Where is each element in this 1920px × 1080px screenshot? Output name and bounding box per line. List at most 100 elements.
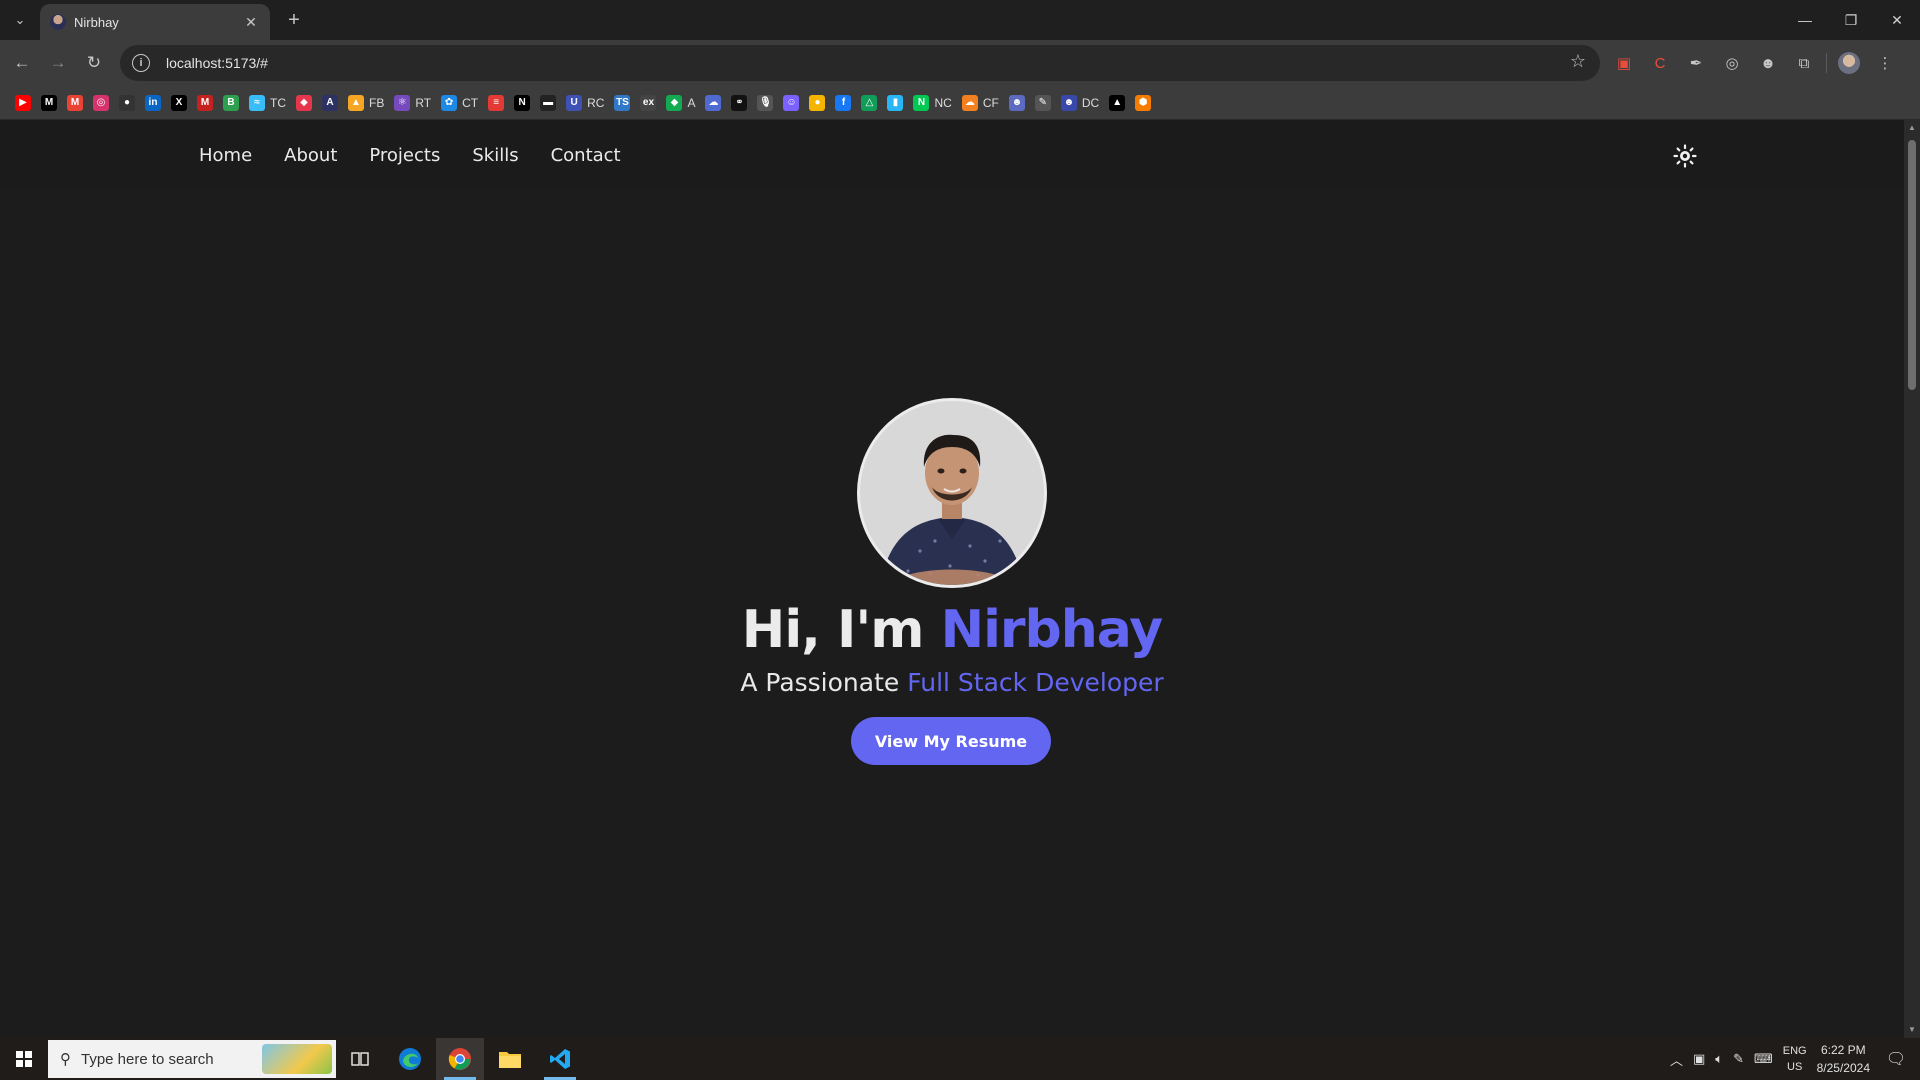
github-icon: ● xyxy=(119,94,135,111)
task-view-icon[interactable] xyxy=(336,1038,384,1080)
bookmark-item[interactable]: f xyxy=(830,90,856,116)
reload-icon[interactable]: ↻ xyxy=(80,49,108,77)
edge-browser-icon[interactable] xyxy=(386,1038,434,1080)
bookmark-star-icon[interactable]: ☆ xyxy=(1570,51,1586,72)
bookmark-item[interactable]: X xyxy=(166,90,192,116)
hero-name: Nirbhay xyxy=(940,600,1164,660)
close-window-button[interactable]: ✕ xyxy=(1874,0,1920,40)
site-info-icon[interactable]: i xyxy=(132,54,150,72)
scroll-down-arrow-icon[interactable]: ▼ xyxy=(1907,1025,1917,1035)
tray-meet-icon[interactable]: ▣ xyxy=(1693,1051,1705,1067)
cloud-icon: ☁ xyxy=(705,94,722,111)
forward-arrow-icon[interactable]: → xyxy=(44,49,72,77)
extension-target-icon[interactable]: ◎ xyxy=(1718,49,1746,77)
bookmark-item[interactable]: in xyxy=(140,90,166,116)
file-icon: ▮ xyxy=(887,94,904,111)
bookmark-item[interactable]: ≈ TC xyxy=(244,90,291,116)
restore-button[interactable]: ❐ xyxy=(1828,0,1874,40)
view-resume-button[interactable]: View My Resume xyxy=(851,717,1051,765)
nav-link-contact[interactable]: Contact xyxy=(551,145,621,166)
avatar-icon: ☺ xyxy=(783,94,800,111)
vscode-icon[interactable] xyxy=(536,1038,584,1080)
bookmark-label: A xyxy=(687,95,696,110)
linkedin-icon: in xyxy=(145,94,161,111)
bookmark-item[interactable]: ◆ xyxy=(291,90,317,116)
bookmark-item[interactable]: ◆ A xyxy=(661,90,700,116)
bookmark-item[interactable]: ☻ xyxy=(1004,90,1030,116)
extension-c-icon[interactable]: C xyxy=(1646,49,1674,77)
bookmark-item[interactable]: ● xyxy=(114,90,140,116)
chrome-browser-icon[interactable] xyxy=(436,1038,484,1080)
extension-face-icon[interactable]: ☻ xyxy=(1754,49,1782,77)
file-explorer-icon[interactable] xyxy=(486,1038,534,1080)
bookmark-item[interactable]: M xyxy=(36,90,62,116)
region-code: US xyxy=(1787,1061,1803,1073)
start-button[interactable] xyxy=(0,1038,48,1080)
bookmark-item[interactable]: ▬ xyxy=(535,90,561,116)
input-language[interactable]: ENG US xyxy=(1783,1043,1807,1075)
bookmark-item[interactable]: U RC xyxy=(561,90,609,116)
extensions-puzzle-icon[interactable]: ⧉ xyxy=(1790,49,1818,77)
link-icon: ⚭ xyxy=(731,94,748,111)
address-bar[interactable]: i localhost:5173/# ☆ xyxy=(120,45,1600,81)
bookmark-item[interactable]: ▮ xyxy=(882,90,908,116)
bookmarks-bar: ▶ M M ◎ ● in X M B ≈ TC ◆ A ▲ FB ⚛ RT ✿ CT ≡ N ▬ U RC TS ex ◆ A ☁ ⚭ 🎙 ☺… xyxy=(0,86,1920,120)
new-tab-plus-icon[interactable]: + xyxy=(280,8,308,32)
bookmark-item[interactable]: ◎ xyxy=(88,90,114,116)
taskbar-search-box[interactable]: ⚲ Type here to search xyxy=(48,1040,336,1078)
nextjs-icon: N xyxy=(514,94,531,111)
active-tab[interactable]: Nirbhay ✕ xyxy=(40,4,270,40)
extension-red-icon[interactable]: ▣ xyxy=(1610,49,1638,77)
profile-button[interactable] xyxy=(1835,49,1863,77)
tab-search-chevron-icon[interactable]: ⌄ xyxy=(6,8,34,32)
bookmark-item[interactable]: N NC xyxy=(908,90,956,116)
bookmark-label: NC xyxy=(934,95,952,110)
nav-link-home[interactable]: Home xyxy=(199,145,252,166)
theme-toggle-sun-icon[interactable] xyxy=(1672,143,1698,169)
bookmark-item[interactable]: TS xyxy=(609,90,635,116)
nav-link-skills[interactable]: Skills xyxy=(472,145,518,166)
extension-pen-icon[interactable]: ✒ xyxy=(1682,49,1710,77)
bookmark-item[interactable]: M xyxy=(62,90,88,116)
bookmark-label: RC xyxy=(587,95,605,110)
bookmark-item[interactable]: △ xyxy=(856,90,882,116)
bookmark-item[interactable]: 🎙 xyxy=(752,90,778,116)
bookmark-item[interactable]: ● xyxy=(804,90,830,116)
scroll-up-arrow-icon[interactable]: ▲ xyxy=(1907,123,1917,133)
page-scrollbar[interactable]: ▲ ▼ xyxy=(1904,120,1920,1038)
nav-link-about[interactable]: About xyxy=(284,145,337,166)
url-text[interactable]: localhost:5173/# xyxy=(166,55,268,71)
touch-keyboard-icon[interactable]: ⌨ xyxy=(1754,1051,1773,1067)
bookmark-item[interactable]: ▲ FB xyxy=(343,90,389,116)
bookmark-item[interactable]: ⬢ xyxy=(1130,90,1156,116)
bookmark-item[interactable]: A xyxy=(317,90,343,116)
bookmark-item[interactable]: ☁ CF xyxy=(957,90,1004,116)
bookmark-item[interactable]: ⚛ RT xyxy=(389,90,436,116)
scrollbar-thumb[interactable] xyxy=(1908,140,1916,390)
bookmark-item[interactable]: ☺ xyxy=(778,90,804,116)
bookmark-item[interactable]: B xyxy=(218,90,244,116)
bookmark-item[interactable]: ☁ xyxy=(700,90,726,116)
back-arrow-icon[interactable]: ← xyxy=(8,49,36,77)
bookmark-item[interactable]: ✿ CT xyxy=(436,90,483,116)
tray-chevron-up-icon[interactable]: ︿ xyxy=(1670,1050,1683,1069)
bookmark-item[interactable]: M xyxy=(192,90,218,116)
pen-workspace-icon[interactable]: ✎ xyxy=(1733,1051,1744,1067)
bookmark-item[interactable]: ≡ xyxy=(483,90,509,116)
nav-link-projects[interactable]: Projects xyxy=(369,145,440,166)
notification-center-icon[interactable]: 🗨︎ xyxy=(1880,1038,1912,1080)
browser-menu-icon[interactable]: ⋮ xyxy=(1871,49,1899,77)
bookmark-item[interactable]: ✎ xyxy=(1030,90,1056,116)
tab-close-icon[interactable]: ✕ xyxy=(242,13,260,31)
bookmark-item[interactable]: ▲ xyxy=(1104,90,1130,116)
bookmark-item[interactable]: ⚭ xyxy=(726,90,752,116)
bookmark-item[interactable]: N xyxy=(509,90,535,116)
bookmark-item[interactable]: ex xyxy=(635,90,661,116)
bookmark-item[interactable]: ☻ DC xyxy=(1056,90,1104,116)
site-nav-links: Home About Projects Skills Contact xyxy=(199,145,621,166)
volume-icon[interactable]: 🔈︎ xyxy=(1715,1051,1723,1067)
minimize-button[interactable]: — xyxy=(1782,0,1828,40)
tab-title: Nirbhay xyxy=(74,14,119,30)
system-clock[interactable]: 6:22 PM 8/25/2024 xyxy=(1817,1041,1870,1077)
bookmark-item[interactable]: ▶ xyxy=(10,90,36,116)
